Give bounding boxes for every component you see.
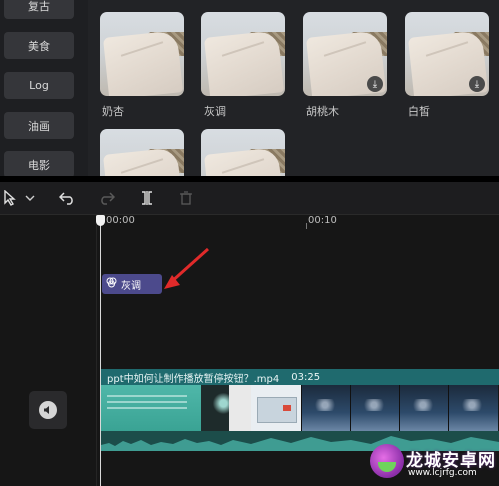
category-film[interactable]: 电影 bbox=[4, 151, 74, 178]
watermark-url: www.lcjrfg.com bbox=[408, 468, 477, 478]
filter-label: 灰调 bbox=[204, 105, 226, 118]
video-frames bbox=[101, 385, 499, 431]
ruler-tick-label: 00:10 bbox=[308, 215, 337, 226]
video-clip-header: ppt中如何让制作播放暂停按钮？.mp4 03:25 bbox=[101, 369, 499, 385]
category-list: 复古 美食 Log 油画 电影 bbox=[0, 0, 88, 178]
category-log[interactable]: Log bbox=[4, 72, 74, 99]
filter-thumb-hutaomu[interactable]: ⤓ bbox=[303, 12, 387, 96]
category-vintage[interactable]: 复古 bbox=[4, 0, 74, 19]
audio-toggle-button[interactable] bbox=[29, 391, 67, 429]
select-cursor-icon[interactable] bbox=[0, 188, 20, 208]
video-frame bbox=[400, 385, 448, 431]
filter-label: 奶杏 bbox=[102, 105, 124, 118]
filter-label: 白皙 bbox=[408, 105, 430, 118]
playhead-handle[interactable] bbox=[96, 215, 105, 226]
watermark-logo-icon bbox=[370, 444, 404, 478]
redo-icon[interactable] bbox=[97, 188, 117, 208]
filter-effect-icon bbox=[106, 277, 117, 291]
video-frame bbox=[449, 385, 498, 431]
watermark: 龙城安卓网 www.lcjrfg.com bbox=[370, 440, 499, 486]
chevron-down-icon[interactable] bbox=[20, 188, 40, 208]
filter-panel: 复古 美食 Log 油画 电影 奶杏 灰调 ⤓ 胡桃木 ⤓ 白皙 bbox=[0, 0, 499, 213]
filter-clip-label: 灰调 bbox=[121, 280, 141, 292]
video-filename: ppt中如何让制作播放暂停按钮？.mp4 bbox=[107, 373, 280, 385]
filter-clip[interactable]: 灰调 bbox=[102, 274, 162, 294]
video-clip[interactable]: ppt中如何让制作播放暂停按钮？.mp4 03:25 bbox=[101, 369, 499, 451]
filter-label: 胡桃木 bbox=[306, 105, 339, 118]
time-ruler[interactable]: 00:00 00:10 bbox=[96, 215, 499, 229]
category-oil-painting[interactable]: 油画 bbox=[4, 112, 74, 139]
speaker-icon bbox=[39, 401, 57, 419]
split-icon[interactable] bbox=[137, 188, 157, 208]
ruler-tick-label: 00:00 bbox=[106, 215, 135, 226]
track-header-column bbox=[0, 215, 97, 486]
download-icon[interactable]: ⤓ bbox=[469, 76, 485, 92]
filter-thumb-naixing[interactable] bbox=[100, 12, 184, 96]
video-frame bbox=[302, 385, 350, 431]
download-icon[interactable]: ⤓ bbox=[367, 76, 383, 92]
annotation-arrow-icon bbox=[164, 247, 210, 289]
video-frame bbox=[351, 385, 399, 431]
video-frame bbox=[251, 385, 301, 431]
filter-thumb-baixi[interactable]: ⤓ bbox=[405, 12, 489, 96]
category-food[interactable]: 美食 bbox=[4, 32, 74, 59]
ruler-tick bbox=[306, 223, 307, 229]
timeline-toolbar bbox=[0, 182, 499, 215]
video-duration: 03:25 bbox=[291, 371, 321, 383]
delete-icon[interactable] bbox=[176, 188, 196, 208]
playhead[interactable] bbox=[100, 219, 101, 486]
undo-icon[interactable] bbox=[57, 188, 77, 208]
video-frame bbox=[201, 385, 251, 431]
filter-thumb-huidiao[interactable] bbox=[201, 12, 285, 96]
video-frame bbox=[101, 385, 201, 431]
